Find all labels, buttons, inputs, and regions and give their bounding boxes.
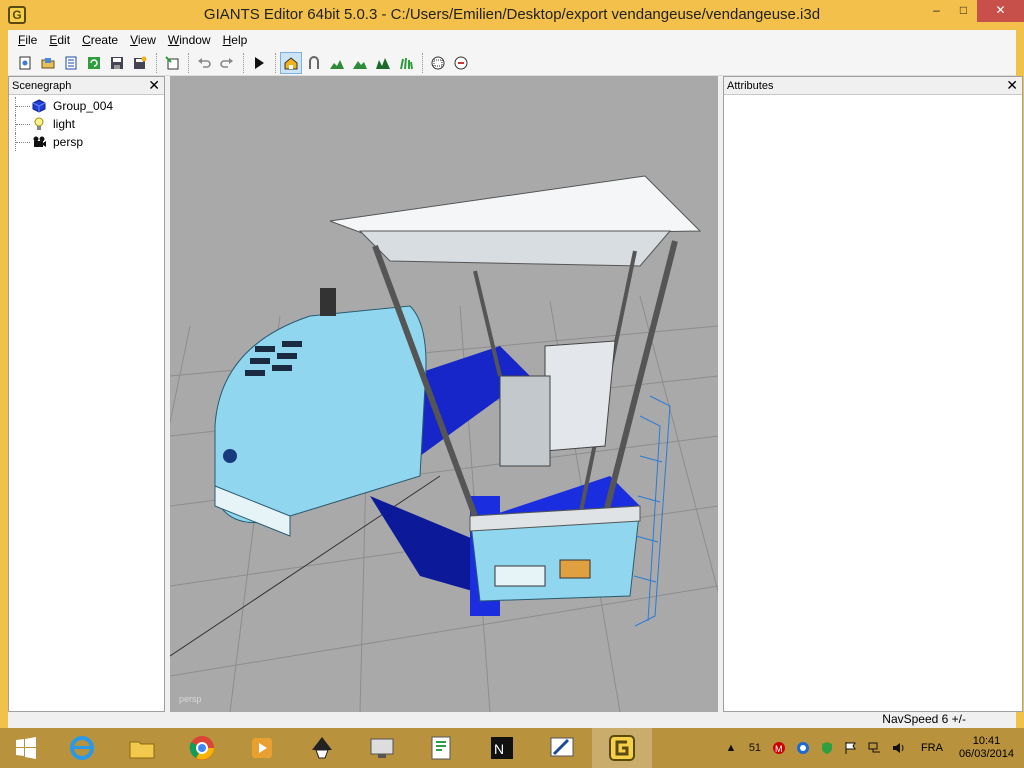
file-explorer-icon[interactable] — [112, 728, 172, 768]
tree-connector — [15, 115, 31, 133]
toolbar-separator — [275, 52, 276, 73]
clock-date: 06/03/2014 — [958, 748, 1014, 760]
toolbar-separator — [188, 52, 189, 73]
tree-connector — [15, 97, 31, 115]
paint-icon[interactable] — [532, 728, 592, 768]
volume-icon[interactable] — [889, 738, 909, 758]
light-bulb-icon — [31, 116, 47, 132]
tree-connector — [15, 133, 31, 151]
menu-create[interactable]: Create — [76, 30, 124, 50]
menu-bar: File Edit Create View Window Help — [8, 30, 1016, 50]
windows-logo-icon — [16, 737, 36, 759]
move-icon[interactable] — [303, 52, 325, 74]
select-icon[interactable] — [280, 51, 302, 74]
action-center-flag-icon[interactable] — [841, 738, 861, 758]
tree-item-label: light — [53, 117, 76, 131]
title-bar[interactable]: G GIANTS Editor 64bit 5.0.3 - C:/Users/E… — [0, 0, 1024, 30]
toolbar-separator — [422, 52, 423, 73]
input-language[interactable]: FRA — [921, 742, 943, 754]
viewport-scene — [170, 175, 718, 712]
giants-editor-icon[interactable] — [592, 728, 652, 768]
tray-counter[interactable]: 51 — [745, 738, 765, 758]
system-tray: ▲ 51 M FRA 10:41 06/03/2014 — [719, 728, 1024, 768]
tree-item-light[interactable]: light — [15, 115, 164, 133]
tree-item-group[interactable]: Group_004 — [15, 97, 164, 115]
toolbar-separator — [156, 52, 157, 73]
tray-expand-icon[interactable]: ▲ — [721, 738, 741, 758]
scenegraph-tree: Group_004 light persp — [9, 95, 164, 151]
attributes-panel: Attributes ✕ — [723, 76, 1023, 712]
shader-icon[interactable] — [450, 52, 472, 74]
start-button[interactable] — [0, 728, 52, 768]
remote-desktop-icon[interactable] — [352, 728, 412, 768]
terrain-icon[interactable] — [326, 52, 348, 74]
scenegraph-header: Scenegraph ✕ — [9, 77, 164, 95]
network-icon[interactable] — [865, 738, 885, 758]
clock-time: 10:41 — [972, 735, 1001, 747]
antivirus-icon[interactable]: M — [769, 738, 789, 758]
properties-icon[interactable] — [60, 52, 82, 74]
attributes-close-button[interactable]: ✕ — [1006, 77, 1018, 93]
menu-window[interactable]: Window — [162, 30, 217, 50]
viewport-camera-label: persp — [179, 694, 202, 704]
new-file-icon[interactable] — [14, 52, 36, 74]
clock[interactable]: 10:41 06/03/2014 — [959, 735, 1014, 761]
update-icon[interactable] — [793, 738, 813, 758]
scenegraph-panel: Scenegraph ✕ Group_004 light persp — [8, 76, 165, 712]
play-icon[interactable] — [248, 52, 270, 74]
menu-edit[interactable]: Edit — [43, 30, 76, 50]
chrome-icon[interactable] — [172, 728, 232, 768]
scenegraph-title: Scenegraph — [12, 80, 72, 92]
internet-explorer-icon[interactable] — [52, 728, 112, 768]
engine-hood — [214, 288, 427, 537]
texture-icon[interactable] — [372, 52, 394, 74]
scenegraph-close-button[interactable]: ✕ — [148, 77, 160, 93]
tree-item-label: persp — [53, 135, 84, 149]
notepad-plus-icon[interactable] — [412, 728, 472, 768]
notepad-m-icon[interactable]: N — [472, 728, 532, 768]
inkscape-icon[interactable] — [292, 728, 352, 768]
attributes-title: Attributes — [727, 80, 774, 92]
windows-taskbar: N ▲ 51 M FRA 10:41 06/03/2014 — [0, 728, 1024, 768]
foliage-icon[interactable] — [395, 52, 417, 74]
refresh-icon[interactable] — [83, 52, 105, 74]
paint-terrain-icon[interactable] — [349, 52, 371, 74]
group-cube-icon — [31, 98, 47, 114]
import-icon[interactable] — [161, 52, 183, 74]
toolbar-separator — [243, 52, 244, 73]
undo-icon[interactable] — [193, 52, 215, 74]
tree-item-label: Group_004 — [53, 99, 114, 113]
status-bar: NavSpeed 6 +/- — [8, 712, 1016, 728]
3d-viewport[interactable]: persp — [170, 76, 718, 712]
toolbar — [8, 50, 1016, 76]
open-file-icon[interactable] — [37, 52, 59, 74]
tree-item-persp[interactable]: persp — [15, 133, 164, 151]
svg-text:N: N — [494, 741, 504, 757]
navspeed-status: NavSpeed 6 +/- — [882, 712, 966, 726]
save-as-icon[interactable] — [129, 52, 151, 74]
maximize-button[interactable]: □ — [950, 0, 977, 22]
redo-icon[interactable] — [216, 52, 238, 74]
svg-text:M: M — [775, 744, 783, 754]
minimize-button[interactable]: – — [923, 0, 950, 22]
editor-client-area: Scenegraph ✕ Group_004 light persp persp… — [8, 76, 1023, 716]
menu-help[interactable]: Help — [217, 30, 254, 50]
security-shield-icon[interactable] — [817, 738, 837, 758]
material-icon[interactable] — [427, 52, 449, 74]
save-icon[interactable] — [106, 52, 128, 74]
media-player-icon[interactable] — [232, 728, 292, 768]
editor-window: G GIANTS Editor 64bit 5.0.3 - C:/Users/E… — [0, 0, 1024, 728]
menu-file[interactable]: File — [12, 30, 43, 50]
camera-icon — [31, 134, 47, 150]
menu-view[interactable]: View — [124, 30, 162, 50]
close-button[interactable]: ✕ — [977, 0, 1024, 22]
attributes-header: Attributes ✕ — [724, 77, 1022, 95]
window-title: GIANTS Editor 64bit 5.0.3 - C:/Users/Emi… — [203, 6, 821, 23]
